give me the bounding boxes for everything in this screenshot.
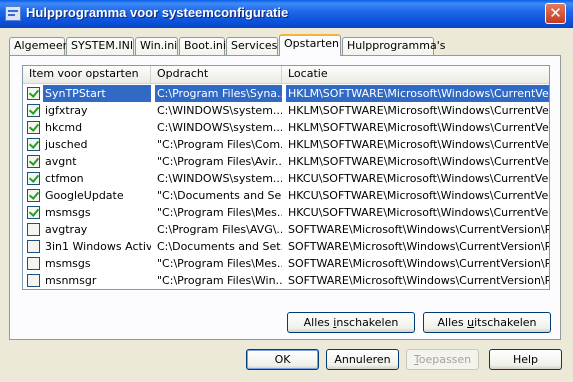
- ok-button[interactable]: OK: [246, 349, 319, 370]
- enable-all-label-end: nschakelen: [336, 316, 399, 329]
- startup-item-checkbox[interactable]: [27, 189, 40, 202]
- startup-item-name: SynTPStart: [43, 85, 151, 102]
- startup-item-checkbox[interactable]: [27, 138, 40, 151]
- startup-item-checkbox[interactable]: [27, 87, 40, 100]
- enable-all-label-start: Alles: [303, 316, 334, 329]
- startup-item-command: "C:\Program Files\Mes...: [157, 257, 282, 270]
- startup-item-command: "C:\Program Files\Com...: [157, 138, 282, 151]
- table-row[interactable]: SynTPStart C:\Program Files\Syna... HKLM\S…: [23, 85, 550, 102]
- apply-label: oepassen: [418, 353, 472, 366]
- disable-all-label-start: Alles: [437, 316, 468, 329]
- startup-item-command: C:\Program Files\Syna...: [155, 85, 282, 102]
- startup-item-command: C:\Program Files\AVG\...: [157, 223, 282, 236]
- startup-item-checkbox[interactable]: [27, 104, 40, 117]
- column-header-location[interactable]: Locatie: [282, 66, 549, 83]
- startup-item-name: hkcmd: [45, 121, 83, 134]
- startup-item-checkbox[interactable]: [27, 240, 40, 253]
- tab-win-ini[interactable]: Win.ini: [135, 37, 178, 55]
- startup-item-command: "C:\Program Files\Win...: [157, 274, 282, 287]
- table-row[interactable]: 3in1 Windows Activ... C:\Documents and Se…: [23, 238, 550, 255]
- startup-item-checkbox[interactable]: [27, 172, 40, 185]
- startup-item-name: avgnt: [45, 155, 77, 168]
- table-row[interactable]: jusched "C:\Program Files\Com... HKLM\SOFT…: [23, 136, 550, 153]
- startup-item-name: jusched: [45, 138, 88, 151]
- column-header-item[interactable]: Item voor opstarten: [23, 66, 151, 83]
- startup-item-location: HKCU\SOFTWARE\Microsoft\Windows\CurrentV…: [288, 172, 550, 185]
- startup-item-checkbox[interactable]: [27, 155, 40, 168]
- table-row[interactable]: msmsgs "C:\Program Files\Mes... SOFTWARE\M…: [23, 255, 550, 272]
- startup-items-list[interactable]: Item voor opstarten Opdracht Locatie Syn…: [22, 65, 550, 290]
- startup-item-command: "C:\Program Files\Mes...: [157, 206, 282, 219]
- table-row[interactable]: msmsgs "C:\Program Files\Mes... HKCU\SOFTW…: [23, 204, 550, 221]
- startup-item-command: "C:\Program Files\Avir...: [157, 155, 282, 168]
- tab-opstarten[interactable]: Opstarten: [279, 34, 341, 56]
- table-row[interactable]: ctfmon C:\WINDOWS\system... HKCU\SOFTWARE\…: [23, 170, 550, 187]
- table-row[interactable]: avgtray C:\Program Files\AVG\... SOFTWARE\…: [23, 221, 550, 238]
- startup-item-name: GoogleUpdate: [45, 189, 124, 202]
- cancel-button[interactable]: Annuleren: [326, 349, 399, 370]
- tab-hulpprogrammas[interactable]: Hulpprogramma's: [342, 37, 445, 55]
- disable-all-label-end: itschakelen: [474, 316, 537, 329]
- tab-algemeen[interactable]: Algemeen: [9, 37, 70, 55]
- startup-item-location: SOFTWARE\Microsoft\Windows\CurrentVersio…: [288, 274, 550, 287]
- table-row[interactable]: msnmsgr "C:\Program Files\Win... SOFTWARE\…: [23, 272, 550, 289]
- close-button[interactable]: ✕: [545, 3, 566, 24]
- tab-boot-ini[interactable]: Boot.ini: [179, 37, 226, 55]
- msconfig-app-icon: [5, 6, 21, 21]
- startup-item-checkbox[interactable]: [27, 223, 40, 236]
- startup-item-location: SOFTWARE\Microsoft\Windows\CurrentVersio…: [288, 223, 550, 236]
- startup-item-name: msmsgs: [45, 206, 91, 219]
- startup-item-location: HKLM\SOFTWARE\Microsoft\Windows\CurrentV…: [288, 104, 550, 117]
- startup-item-name: 3in1 Windows Activ...: [45, 240, 151, 253]
- startup-item-location: HKCU\SOFTWARE\Microsoft\Windows\CurrentV…: [288, 206, 550, 219]
- startup-item-command: C:\WINDOWS\system...: [157, 172, 282, 185]
- startup-item-location: HKCU\SOFTWARE\Microsoft\Windows\CurrentV…: [288, 189, 550, 202]
- window-title: Hulpprogramma voor systeemconfiguratie: [26, 5, 289, 20]
- startup-item-location: SOFTWARE\Microsoft\Windows\CurrentVersio…: [288, 240, 550, 253]
- startup-item-command: C:\WINDOWS\system...: [157, 121, 282, 134]
- startup-item-location: HKLM\SOFTWARE\Microsoft\Windows\CurrentV…: [288, 155, 550, 168]
- title-bar[interactable]: Hulpprogramma voor systeemconfiguratie ✕: [0, 0, 573, 28]
- system-config-window: Hulpprogramma voor systeemconfiguratie ✕…: [0, 0, 573, 382]
- startup-item-command: C:\WINDOWS\system...: [157, 104, 282, 117]
- startup-item-location: SOFTWARE\Microsoft\Windows\CurrentVersio…: [288, 257, 550, 270]
- startup-item-command: C:\Documents and Set...: [157, 240, 282, 253]
- column-header-command[interactable]: Opdracht: [151, 66, 282, 83]
- table-row[interactable]: hkcmd C:\WINDOWS\system... HKLM\SOFTWARE\M…: [23, 119, 550, 136]
- table-row[interactable]: avgnt "C:\Program Files\Avir... HKLM\SOFTW…: [23, 153, 550, 170]
- startup-item-location: HKLM\SOFTWARE\Microsoft\Windows\CurrentV…: [286, 85, 550, 102]
- list-header: Item voor opstarten Opdracht Locatie: [23, 66, 549, 84]
- table-row[interactable]: igfxtray C:\WINDOWS\system... HKLM\SOFTWAR…: [23, 102, 550, 119]
- startup-item-name: avgtray: [45, 223, 88, 236]
- tab-services[interactable]: Services: [226, 37, 278, 55]
- startup-item-name: msnmsgr: [45, 274, 97, 287]
- table-row[interactable]: GoogleUpdate "C:\Documents and Se... HKCU\…: [23, 187, 550, 204]
- help-button[interactable]: Help: [489, 349, 562, 370]
- apply-button[interactable]: Toepassen: [406, 349, 479, 370]
- startup-item-location: HKLM\SOFTWARE\Microsoft\Windows\CurrentV…: [288, 138, 550, 151]
- tab-system-ini[interactable]: SYSTEM.INI: [66, 37, 134, 55]
- startup-item-checkbox[interactable]: [27, 274, 40, 287]
- startup-item-name: ctfmon: [45, 172, 84, 185]
- startup-item-command: "C:\Documents and Se...: [157, 189, 282, 202]
- startup-item-checkbox[interactable]: [27, 257, 40, 270]
- startup-item-name: igfxtray: [45, 104, 88, 117]
- startup-item-location: HKLM\SOFTWARE\Microsoft\Windows\CurrentV…: [288, 121, 550, 134]
- startup-item-checkbox[interactable]: [27, 121, 40, 134]
- disable-all-button[interactable]: Alles uitschakelen: [423, 312, 551, 333]
- startup-item-name: msmsgs: [45, 257, 91, 270]
- enable-all-button[interactable]: Alles inschakelen: [287, 312, 415, 333]
- startup-item-checkbox[interactable]: [27, 206, 40, 219]
